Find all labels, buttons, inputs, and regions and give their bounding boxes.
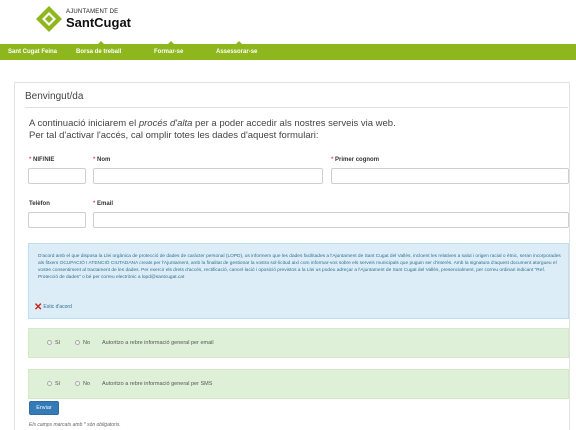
nav-item-sant-cugat-feina[interactable]: Sant Cugat Feina [8, 44, 57, 60]
radio-button[interactable] [47, 381, 52, 386]
email-input[interactable] [93, 212, 569, 228]
cognom-input[interactable] [331, 168, 569, 184]
nav-caret-icon [168, 41, 174, 44]
nav-caret-icon [98, 41, 104, 44]
nav-item-label: Sant Cugat Feina [8, 49, 58, 55]
consent-sms-yes[interactable]: Sí [47, 381, 60, 387]
consent-sms-box: Sí No Autoritzo a rebre informació gener… [28, 369, 569, 399]
consent-email-yes[interactable]: Sí [47, 340, 60, 346]
email-label-text: Email [97, 201, 114, 207]
radio-button[interactable] [75, 381, 80, 386]
required-fields-note: Els camps marcats amb * són obligatoris. [29, 422, 121, 428]
lopd-text: D'acord amb el que disposa la Llei orgàn… [38, 254, 561, 280]
consent-email-label: Autoritzo a rebre informació general per… [102, 340, 214, 346]
consent-email-box: Sí No Autoritzo a rebre informació gener… [28, 328, 569, 358]
radio-button[interactable] [47, 340, 52, 345]
nav-item-formar-se[interactable]: Formar-se [154, 41, 184, 60]
email-label: * Email [93, 201, 113, 207]
nav-item-label: Assessorar-se [216, 49, 258, 55]
consent-email-no-label: No [83, 340, 91, 346]
intro-line-2: Per tal d'activar l'accés, cal omplir to… [29, 130, 319, 141]
site-header: AJUNTAMENT DE SantCugat [0, 0, 576, 44]
nav-item-label: Borsa de treball [76, 49, 122, 55]
agree-checkbox[interactable]: ✕Estic d'acord [34, 302, 72, 313]
radio-button[interactable] [75, 340, 80, 345]
santcugat-logo-icon[interactable] [36, 6, 62, 32]
consent-sms-no[interactable]: No [75, 381, 90, 387]
cross-icon: ✕ [34, 302, 43, 313]
logo-title: SantCugat [66, 15, 131, 30]
required-mark: * [93, 201, 96, 207]
nif-label: * NIF/NIE [29, 157, 54, 163]
consent-sms-yes-label: Sí [55, 381, 61, 387]
title-divider [25, 107, 568, 108]
main-nav: Sant Cugat Feina Borsa de treball Formar… [0, 41, 576, 60]
cognom-label: * Primer cognom [331, 157, 379, 163]
intro-line-1-emphasis: procés d'alta [138, 118, 193, 129]
nav-item-assessorar-se[interactable]: Assessorar-se [216, 41, 258, 60]
telefon-input[interactable] [28, 212, 86, 228]
cognom-label-text: Primer cognom [335, 157, 380, 163]
required-mark: * [29, 157, 32, 163]
nom-label-text: Nom [97, 157, 111, 163]
intro-line-1-end: per a poder accedir als nostres serveis … [192, 118, 396, 129]
telefon-label: Telèfon [29, 201, 50, 207]
nav-caret-icon [236, 41, 242, 44]
nom-input[interactable] [93, 168, 323, 184]
intro-text: A continuació iniciarem el procés d'alta… [29, 118, 396, 142]
nif-input[interactable] [28, 168, 86, 184]
logo-text[interactable]: AJUNTAMENT DE SantCugat [66, 9, 131, 29]
nav-item-label: Formar-se [154, 49, 184, 55]
intro-line-1: A continuació iniciarem el procés d'alta… [29, 118, 396, 130]
required-mark: * [331, 157, 334, 163]
nif-label-text: NIF/NIE [33, 157, 55, 163]
submit-button[interactable]: Enviar [29, 401, 59, 415]
consent-sms-label: Autoritzo a rebre informació general per… [102, 381, 213, 387]
nav-item-borsa-de-treball[interactable]: Borsa de treball [76, 41, 122, 60]
nom-label: * Nom [93, 157, 110, 163]
agree-label: Estic d'acord [43, 304, 72, 310]
consent-email-yes-label: Sí [55, 340, 61, 346]
consent-sms-no-label: No [83, 381, 91, 387]
required-mark: * [93, 157, 96, 163]
page-title: Benvingut/da [25, 91, 84, 102]
lopd-info-box: D'acord amb el que disposa la Llei orgàn… [28, 243, 569, 319]
consent-email-no[interactable]: No [75, 340, 90, 346]
intro-line-1-start: A continuació iniciarem el [29, 118, 139, 129]
